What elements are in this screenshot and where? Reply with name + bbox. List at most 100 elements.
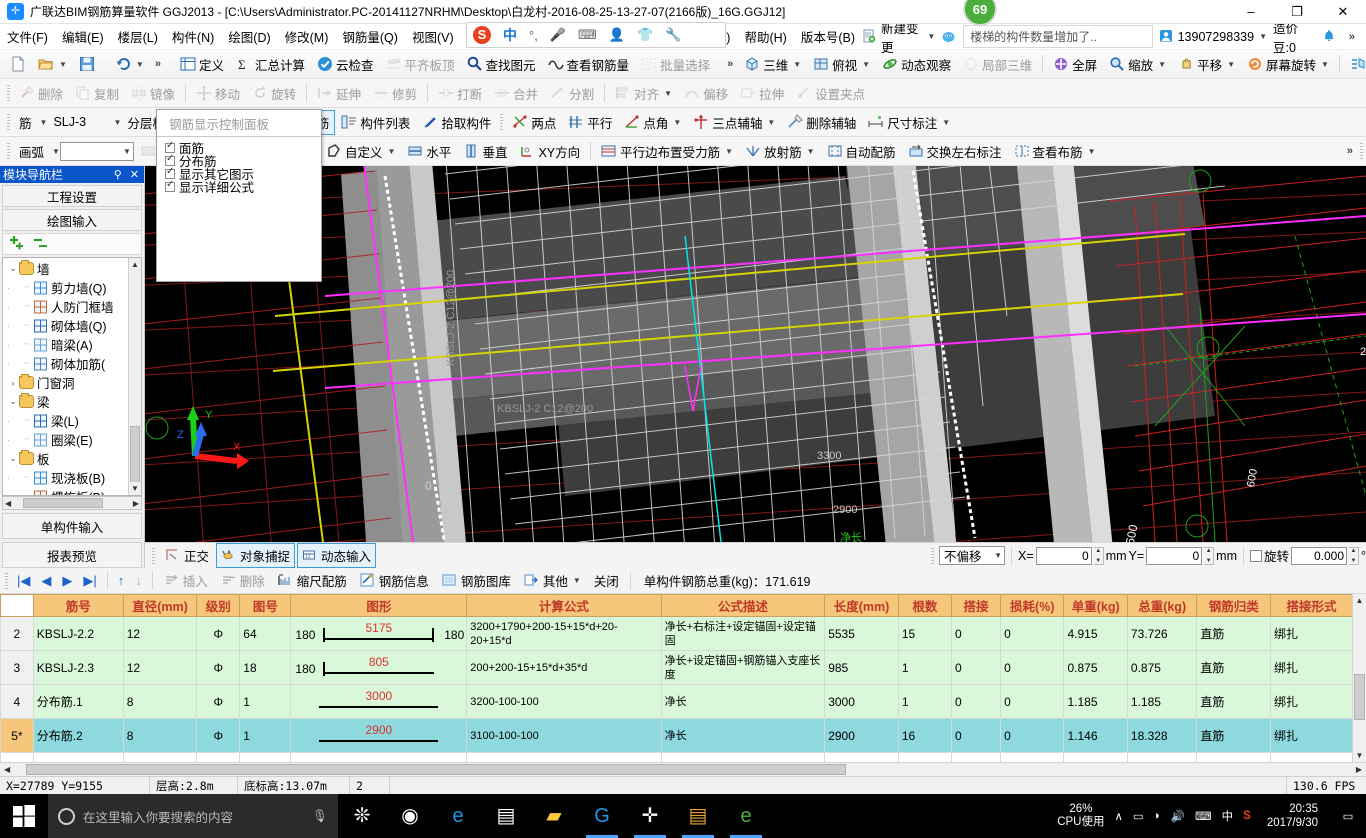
- nav-button-report-preview[interactable]: 报表预览: [2, 542, 142, 568]
- scroll-left-icon[interactable]: ◀: [5, 499, 11, 508]
- taskbar-search-box[interactable]: 在这里输入你要搜索的内容 🎙: [48, 794, 338, 838]
- grid-column-header-15[interactable]: 搭接形式: [1270, 594, 1353, 617]
- component-tree[interactable]: ⌄ 墙 · ┄ 剪力墙(Q) · ┄ 人防门框墙 · ┄ 砌体墙(Q) · ┄ 暗梁(A) · ┄ 砌体加筋(›…: [2, 257, 142, 496]
- toolbar-edit-偏移[interactable]: 偏移: [678, 81, 734, 106]
- open-file-button[interactable]: ▼: [32, 53, 73, 75]
- menu-item-0[interactable]: 文件(F): [0, 24, 55, 49]
- scroll-right-icon[interactable]: ▶: [133, 499, 139, 508]
- nav-button-single-component-input[interactable]: 单构件输入: [2, 513, 142, 539]
- cell-shape[interactable]: 2900: [290, 718, 468, 753]
- cell-loss[interactable]: 0: [1000, 650, 1065, 685]
- cell-rebar-name[interactable]: 分布筋.1: [32, 684, 124, 719]
- cpu-usage-indicator[interactable]: 26% CPU使用: [1057, 803, 1104, 829]
- first-record-button[interactable]: |◀: [12, 571, 35, 591]
- close-button[interactable]: ✕: [1320, 0, 1366, 24]
- toolbar-component-拾取构件[interactable]: 拾取构件: [416, 110, 497, 135]
- ime-mode-icon[interactable]: 中: [1222, 808, 1234, 824]
- toolbar-edit-修剪[interactable]: 修剪: [367, 81, 423, 106]
- toolbar-edit-打断[interactable]: 打断: [432, 81, 488, 106]
- toolbar-main-定义[interactable]: 定义: [174, 52, 230, 77]
- cell-rebar-name[interactable]: KBSLJ-2.3: [32, 650, 124, 685]
- toolbar-component-三点辅轴[interactable]: 三点辅轴 ▼: [687, 110, 781, 135]
- robot-assistant-icon[interactable]: [941, 29, 957, 45]
- cell-lap-type[interactable]: 绑扎: [1270, 718, 1353, 753]
- delete-row-button[interactable]: 删除: [215, 568, 271, 593]
- volume-icon[interactable]: 🔊: [1171, 809, 1185, 823]
- toolbar-view-三维[interactable]: 三维 ▼: [738, 52, 807, 77]
- object-snap-toggle[interactable]: 对象捕捉: [216, 543, 296, 568]
- menu-item-7[interactable]: 视图(V): [405, 24, 461, 49]
- grid-column-header-11[interactable]: 损耗(%): [1000, 594, 1065, 617]
- taskbar-app-fan[interactable]: ❊: [338, 794, 386, 838]
- cell-diameter[interactable]: 8: [122, 684, 198, 719]
- table-row[interactable]: 4 分布筋.1 8 Φ 1 3000 3200-100-100 净长 3000 1 0 0 1.185 1…: [0, 684, 1353, 719]
- cell-shape[interactable]: 5175 180 180: [290, 616, 468, 651]
- notification-tip[interactable]: 楼梯的构件数量增加了..: [963, 25, 1153, 48]
- scroll-right-icon[interactable]: ▶: [1356, 765, 1366, 774]
- tree-node-圈梁(E)[interactable]: · ┄ 圈梁(E): [3, 430, 141, 449]
- cell-formula-description[interactable]: 净长+设定锚固+钢筋锚入支座长度: [660, 650, 826, 685]
- toolbar-grip[interactable]: [7, 114, 10, 130]
- cell-grade[interactable]: Φ: [196, 616, 241, 651]
- cell-figure-number[interactable]: [239, 752, 292, 762]
- start-button[interactable]: [0, 794, 48, 838]
- chevron-down-icon[interactable]: ▼: [113, 118, 121, 127]
- scroll-up-icon[interactable]: ▲: [129, 258, 141, 271]
- grid-column-header-12[interactable]: 单重(kg): [1063, 594, 1128, 617]
- cell-count[interactable]: 15: [897, 616, 953, 651]
- cell-rebar-class[interactable]: 直筋: [1196, 650, 1272, 685]
- cell-length[interactable]: 985: [824, 650, 899, 685]
- ime-keyboard-icon[interactable]: ⌨: [578, 27, 597, 43]
- row-number[interactable]: 4: [0, 684, 34, 719]
- row-number[interactable]: 6: [0, 752, 34, 762]
- cell-grade[interactable]: Φ: [196, 718, 241, 753]
- cell-rebar-name[interactable]: KBSLJ-2.2: [32, 616, 124, 651]
- toolbar-component-平行[interactable]: 平行: [562, 110, 618, 135]
- cad-viewport[interactable]: Y Z X KBSLJ-2 C12@200 KBSLJ-2 C12@200 3300…: [145, 166, 1366, 542]
- table-row[interactable]: 3 KBSLJ-2.3 12 Φ 18 805 180 200+200-15+15*d+35*…: [0, 650, 1353, 685]
- taskbar-app-browser[interactable]: e: [722, 794, 770, 838]
- toolbar-edit-删除[interactable]: 删除: [13, 81, 69, 106]
- toolbar-main-查找图元[interactable]: 查找图元: [461, 52, 542, 77]
- grid-hscroll-thumb[interactable]: [26, 764, 846, 775]
- cell-unit-weight[interactable]: 0.875: [1063, 650, 1128, 685]
- taskbar-clock[interactable]: 20:35 2017/9/30: [1261, 802, 1324, 830]
- move-down-button[interactable]: ↓: [130, 571, 147, 590]
- ime-mic-icon[interactable]: 🎤: [550, 27, 566, 43]
- toolbar-draw-放射筋[interactable]: 放射筋 ▼: [739, 139, 820, 164]
- taskbar-app-ggj[interactable]: ✛: [626, 794, 674, 838]
- toolbar-main-overflow[interactable]: »: [722, 58, 738, 70]
- next-record-button[interactable]: ▶: [57, 571, 77, 591]
- pin-icon[interactable]: ⚲: [114, 168, 122, 181]
- close-table-button[interactable]: 关闭: [588, 568, 625, 593]
- grid-vertical-scrollbar[interactable]: ▲ ▼: [1352, 594, 1366, 762]
- tree-node-砌体加筋([interactable]: · ┄ 砌体加筋(: [3, 354, 141, 373]
- tree-node-螺旋板(B)[interactable]: ·┄ 螺旋板(B): [3, 487, 141, 495]
- grid-column-header-7[interactable]: 公式描述: [660, 594, 826, 617]
- cell-unit-weight[interactable]: [1063, 752, 1128, 762]
- grid-column-header-5[interactable]: 图形: [290, 594, 468, 617]
- ime-user-icon[interactable]: 👤: [609, 27, 625, 43]
- grid-column-header-8[interactable]: 长度(mm): [824, 594, 899, 617]
- tree-hscroll-thumb[interactable]: [23, 498, 103, 508]
- cell-lap-type[interactable]: 绑扎: [1270, 684, 1353, 719]
- scroll-up-icon[interactable]: ▲: [1353, 594, 1366, 607]
- row-number[interactable]: 2: [0, 616, 34, 651]
- toolbar-main-云检查[interactable]: 云检查: [311, 52, 380, 77]
- cell-count[interactable]: [897, 752, 953, 762]
- toolbar-edit-设置夹点[interactable]: 设置夹点: [790, 81, 871, 106]
- new-file-button[interactable]: [4, 53, 32, 75]
- action-center-button[interactable]: ▭: [1334, 809, 1362, 823]
- collapse-all-icon[interactable]: [33, 236, 49, 252]
- row-number[interactable]: 3: [0, 650, 34, 685]
- cell-formula-description[interactable]: 净长: [660, 684, 826, 719]
- taskbar-app-spiral[interactable]: ◉: [386, 794, 434, 838]
- rebar-library-button[interactable]: 钢筋图库: [436, 568, 517, 593]
- toolbar-main-查看钢筋量[interactable]: 查看钢筋量: [542, 52, 636, 77]
- cell-rebar-name[interactable]: [32, 752, 124, 762]
- cell-grade[interactable]: Φ: [196, 650, 241, 685]
- toolbar-edit-旋转[interactable]: 旋转: [246, 81, 302, 106]
- toolbar-main-平齐板顶[interactable]: 平齐板顶: [380, 52, 461, 77]
- toolbar-draw-交换左右标注[interactable]: 交换左右标注: [902, 139, 1008, 164]
- y-stepper[interactable]: ▲ ▼: [1204, 546, 1215, 565]
